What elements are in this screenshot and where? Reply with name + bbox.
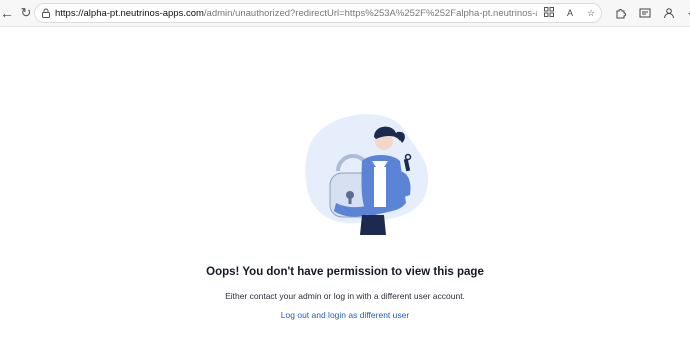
- more-icon[interactable]: ⋯: [686, 6, 690, 20]
- extensions-icon[interactable]: [614, 6, 628, 20]
- favorite-star-icon[interactable]: ☆: [585, 8, 597, 19]
- page-title: Oops! You don't have permission to view …: [206, 266, 484, 278]
- profile-icon[interactable]: [662, 6, 676, 20]
- read-aloud-icon[interactable]: A: [564, 8, 576, 18]
- url-path: /admin/unauthorized?redirectUrl=https%25…: [203, 7, 537, 19]
- browser-toolbar: ← ↻ https://alpha-pt.neutrinos-apps.com/…: [0, 0, 690, 27]
- permission-denied-illustration: [300, 111, 434, 253]
- apps-icon[interactable]: [543, 7, 555, 19]
- lock-icon[interactable]: [37, 8, 55, 18]
- url-text[interactable]: https://alpha-pt.neutrinos-apps.com/admi…: [55, 8, 537, 19]
- reload-icon[interactable]: ↻: [16, 3, 36, 23]
- url-host: https://alpha-pt.neutrinos-apps.com: [55, 7, 204, 19]
- logout-link[interactable]: Log out and login as different user: [0, 310, 690, 320]
- page-subtitle: Either contact your admin or log in with…: [225, 291, 465, 301]
- favorites-icon[interactable]: [638, 6, 652, 20]
- address-bar[interactable]: https://alpha-pt.neutrinos-apps.com/admi…: [34, 3, 602, 23]
- back-arrow-icon[interactable]: ←: [0, 3, 14, 23]
- page-content: Oops! You don't have permission to view …: [0, 27, 690, 347]
